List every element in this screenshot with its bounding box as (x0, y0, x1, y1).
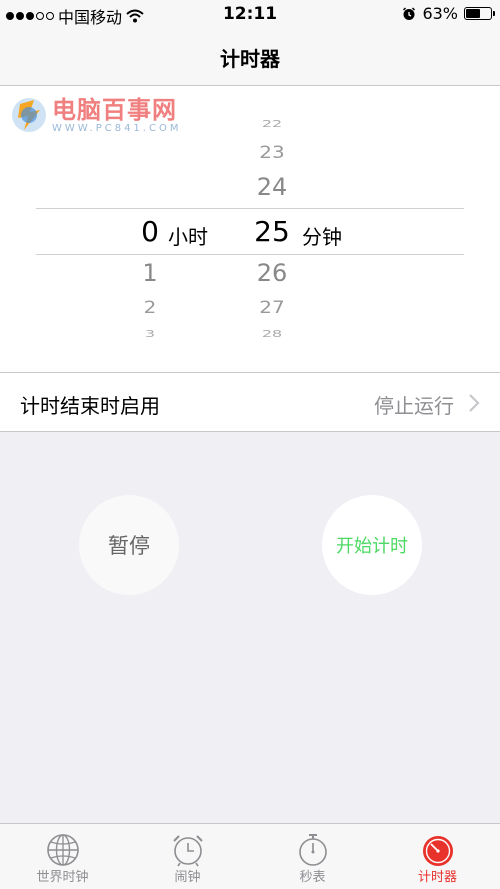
stopwatch-icon (298, 834, 327, 866)
minutes-option[interactable]: 22 (242, 118, 302, 129)
minutes-option[interactable]: 27 (242, 297, 302, 317)
selection-line-top (36, 208, 464, 209)
tab-alarm[interactable]: 闹钟 (125, 824, 250, 889)
timer-icon (422, 836, 453, 866)
when-timer-ends-row[interactable]: 计时结束时启用 停止运行 (0, 372, 500, 432)
tab-timer[interactable]: 计时器 (375, 824, 500, 889)
watermark-title: 电脑百事网 (52, 95, 177, 124)
minutes-option[interactable]: 24 (242, 173, 302, 201)
hours-option[interactable]: 3 (120, 328, 180, 339)
start-button[interactable]: 开始计时 (322, 495, 422, 595)
battery-percent: 63% (422, 4, 458, 23)
alarm-indicator-icon (403, 6, 416, 20)
tab-bar: 世界时钟 闹钟 秒表 计时器 (0, 823, 500, 889)
minutes-unit-label: 分钟 (302, 225, 342, 249)
battery-icon (464, 7, 495, 20)
battery-fill (466, 9, 480, 18)
alarm-clock-icon (172, 835, 203, 867)
minutes-option[interactable]: 28 (242, 328, 302, 339)
when-timer-ends-value: 停止运行 (374, 394, 454, 418)
navigation-bar: 计时器 (0, 30, 500, 86)
minutes-selected-value: 25 (254, 215, 290, 248)
minutes-option[interactable]: 26 (242, 259, 302, 287)
tab-stopwatch[interactable]: 秒表 (250, 824, 375, 889)
globe-icon (46, 834, 79, 866)
minutes-option[interactable]: 23 (242, 142, 302, 162)
page-title: 计时器 (220, 47, 280, 71)
watermark: 电脑百事网 WWW.PC841.COM (10, 96, 181, 134)
pause-button[interactable]: 暂停 (79, 495, 179, 595)
hours-option[interactable]: 2 (120, 297, 180, 317)
tab-label: 世界时钟 (36, 870, 89, 885)
status-bar: 中国移动 12:11 63% (0, 0, 500, 30)
hours-unit-label: 小时 (168, 225, 208, 249)
tab-label: 闹钟 (174, 870, 201, 885)
tab-world-clock[interactable]: 世界时钟 (0, 824, 125, 889)
when-timer-ends-label: 计时结束时启用 (20, 394, 160, 418)
selection-line-bottom (36, 254, 464, 255)
watermark-subtitle: WWW.PC841.COM (52, 122, 182, 134)
hours-option[interactable]: 1 (120, 259, 180, 287)
chevron-right-icon (469, 394, 480, 412)
timer-picker[interactable]: 电脑百事网 WWW.PC841.COM 0 1 2 3 小时 22 23 24 … (0, 86, 500, 372)
tab-label: 计时器 (417, 870, 457, 885)
status-right: 63% (402, 4, 495, 23)
tab-label: 秒表 (299, 870, 326, 885)
watermark-logo-icon (12, 98, 46, 132)
